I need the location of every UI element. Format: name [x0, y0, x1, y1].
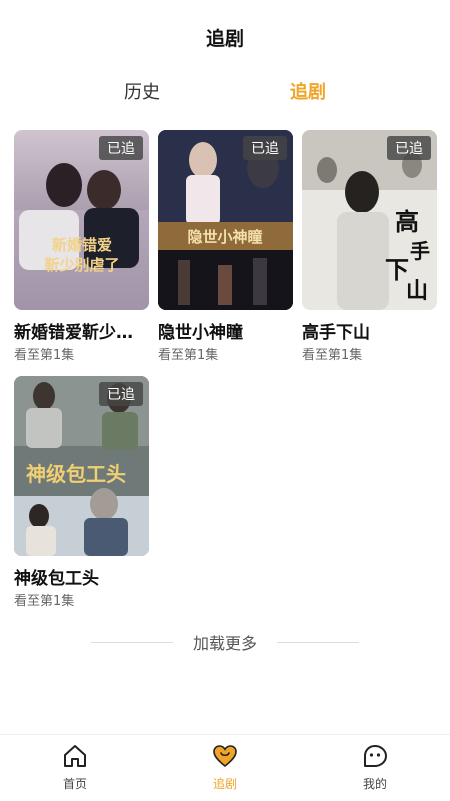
- svg-text:高: 高: [395, 207, 419, 236]
- svg-text:山: 山: [406, 278, 428, 304]
- face-icon: [364, 745, 387, 767]
- drama-card[interactable]: 新婚错爱 靳少别虐了 已追 新婚错爱靳少… 看至第1集: [14, 130, 149, 365]
- followed-badge: 已追: [387, 136, 431, 160]
- bottom-tab-bar: 首页 追剧 我的: [0, 734, 450, 801]
- drama-title[interactable]: 高手下山: [302, 318, 437, 343]
- svg-text:靳少别虐了: 靳少别虐了: [44, 256, 119, 274]
- tab-bar: 历史 追剧: [0, 72, 450, 112]
- tab-follow[interactable]: 追剧: [290, 78, 326, 104]
- drama-title[interactable]: 隐世小神瞳: [158, 318, 293, 343]
- svg-text:隐世小神瞳: 隐世小神瞳: [187, 228, 262, 246]
- drama-title[interactable]: 新婚错爱靳少…: [14, 318, 149, 343]
- nav-follow-label: 追剧: [212, 777, 237, 791]
- drama-card[interactable]: 高 手 下 山 已追 高手下山 看至第1集: [302, 130, 437, 365]
- divider-line: [90, 641, 173, 643]
- drama-title[interactable]: 神级包工头: [14, 564, 149, 589]
- drama-poster[interactable]: 隐世小神瞳 已追: [158, 130, 293, 310]
- drama-card[interactable]: 隐世小神瞳 已追 隐世小神瞳 看至第1集: [158, 130, 293, 365]
- heart-icon: [213, 745, 237, 768]
- home-icon: [64, 745, 86, 767]
- nav-follow[interactable]: 追剧: [185, 743, 265, 792]
- page-header: 追剧: [0, 0, 450, 70]
- nav-mine-label: 我的: [362, 777, 387, 791]
- load-more-label[interactable]: 加载更多: [193, 630, 257, 654]
- drama-poster[interactable]: 神级包工头 已追: [14, 376, 149, 556]
- drama-progress: 看至第1集: [14, 348, 75, 363]
- drama-progress: 看至第1集: [302, 348, 363, 363]
- drama-poster[interactable]: 新婚错爱 靳少别虐了 已追: [14, 130, 149, 310]
- followed-badge: 已追: [99, 136, 143, 160]
- drama-poster[interactable]: 高 手 下 山 已追: [302, 130, 437, 310]
- drama-card[interactable]: 神级包工头 已追 神级包工头 看至第1集: [14, 376, 149, 611]
- drama-progress: 看至第1集: [158, 348, 219, 363]
- followed-badge: 已追: [243, 136, 287, 160]
- nav-home[interactable]: 首页: [35, 743, 115, 792]
- tab-history[interactable]: 历史: [124, 78, 160, 104]
- svg-text:神级包工头: 神级包工头: [26, 462, 126, 486]
- load-more[interactable]: 加载更多: [0, 628, 450, 656]
- nav-home-label: 首页: [62, 777, 87, 791]
- svg-text:新婚错爱: 新婚错爱: [52, 236, 112, 254]
- nav-mine[interactable]: 我的: [335, 743, 415, 792]
- svg-text:手: 手: [410, 239, 430, 263]
- page-title: 追剧: [205, 27, 244, 50]
- divider-line: [277, 641, 359, 643]
- followed-badge: 已追: [99, 382, 143, 406]
- drama-progress: 看至第1集: [14, 594, 75, 609]
